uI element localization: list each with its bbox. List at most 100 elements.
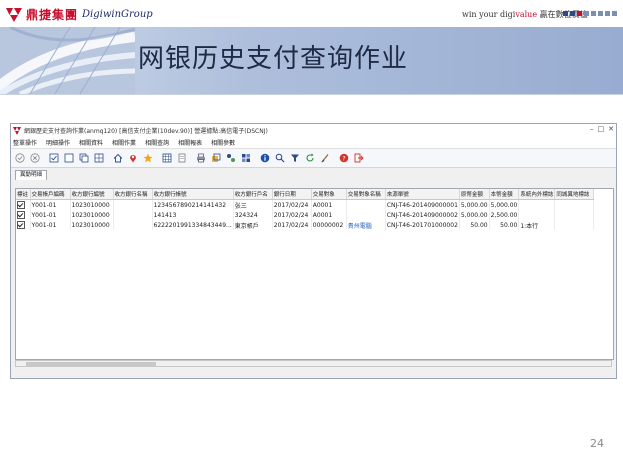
cell-account-name: 東京帳戶 (233, 220, 273, 230)
reload-icon[interactable] (304, 153, 315, 164)
col-header-account[interactable]: 交易帳戶編碼 (30, 189, 71, 200)
cell-party: A0001 (311, 210, 347, 220)
menu-item-related-jobs[interactable]: 相關作業 (112, 138, 136, 147)
table-row[interactable]: Y001-01 1023010000 141413 324324 2017/02… (16, 210, 595, 220)
decorative-square (584, 11, 589, 16)
cell-bank-no: 1023010000 (70, 220, 114, 230)
page-number: 24 (590, 437, 604, 450)
help-icon[interactable]: ? (338, 153, 349, 164)
company-logo: 鼎捷集團 DigiwinGroup (6, 6, 153, 23)
col-header-mark[interactable]: 標註 (16, 189, 31, 200)
multi-window-icon[interactable] (93, 153, 104, 164)
row-checkbox[interactable] (16, 210, 31, 220)
slogan-prefix: win your digi (462, 10, 516, 19)
menu-item-related-params[interactable]: 相關參數 (211, 138, 235, 147)
col-header-orig-amount[interactable]: 原幣金額 (459, 189, 490, 200)
cell-orig-amount: 50.00 (459, 220, 490, 230)
spiral-staircase-image (0, 27, 135, 94)
col-header-source-no[interactable]: 來源單號 (385, 189, 460, 200)
print-icon[interactable] (195, 153, 206, 164)
col-header-city-flag[interactable]: 同城異地標誌 (554, 189, 595, 200)
cell-bank-no: 1023010000 (70, 199, 114, 210)
location-pin-icon[interactable] (127, 153, 138, 164)
confirm-icon[interactable] (14, 153, 25, 164)
favorite-star-icon[interactable] (142, 153, 153, 164)
clear-icon[interactable] (319, 153, 330, 164)
col-header-party-name[interactable]: 交易對象名稱 (346, 189, 386, 200)
col-header-system-flag[interactable]: 系統內外標誌 (518, 189, 556, 200)
col-header-bank-account[interactable]: 收方銀行帳號 (152, 189, 234, 200)
close-icon[interactable]: ✕ (608, 125, 614, 133)
filter-icon[interactable] (289, 153, 300, 164)
minimize-icon[interactable]: – (590, 125, 594, 133)
attachment-icon[interactable] (210, 153, 221, 164)
col-header-bank-no[interactable]: 收方銀行編號 (70, 189, 114, 200)
horizontal-scrollbar[interactable] (15, 360, 612, 367)
deselect-icon[interactable] (63, 153, 74, 164)
table-row[interactable]: Y001-01 1023010000 6222201991334843449..… (16, 220, 595, 230)
cell-bank-name (113, 220, 153, 230)
exit-icon[interactable] (353, 153, 364, 164)
table-header-row: 標註 交易帳戶編碼 收方銀行編號 收方銀行名稱 收方銀行帳號 收方銀行戶名 銀行… (16, 189, 595, 200)
cell-account-name: 324324 (233, 210, 273, 220)
cell-account-name: 张三 (233, 199, 273, 210)
menu-item-related-reports[interactable]: 相關報表 (178, 138, 202, 147)
cell-bank-date: 2017/02/24 (272, 220, 312, 230)
menu-item-related-data[interactable]: 相關資料 (79, 138, 103, 147)
select-all-icon[interactable] (48, 153, 59, 164)
logo-english-text: DigiwinGroup (82, 9, 153, 20)
app-window: 網銀歷史支付查詢作業(anmq120) [高信支付企業(10dev.90)] 營… (10, 123, 617, 379)
cell-account: Y001-01 (30, 199, 71, 210)
slide-title: 网银历史支付查询作业 (138, 44, 409, 74)
maximize-icon[interactable]: □ (598, 125, 605, 133)
cell-city-flag (554, 220, 595, 230)
decorative-square (570, 11, 575, 16)
toolbar: ? (11, 149, 616, 168)
home-icon[interactable] (112, 153, 123, 164)
col-header-account-name[interactable]: 收方銀行戶名 (233, 189, 273, 200)
scrollbar-thumb[interactable] (26, 362, 156, 366)
cell-bank-no: 1023010000 (70, 210, 114, 220)
cell-account: Y001-01 (30, 210, 71, 220)
grid-icon[interactable] (161, 153, 172, 164)
details-table: 標註 交易帳戶編碼 收方銀行編號 收方銀行名稱 收方銀行帳號 收方銀行戶名 銀行… (16, 189, 595, 230)
cell-bank-account: 141413 (152, 210, 234, 220)
app-icon (13, 126, 21, 135)
cell-system-flag (518, 199, 556, 210)
col-header-local-amount[interactable]: 本幣金額 (489, 189, 520, 200)
search-icon[interactable] (274, 153, 285, 164)
cell-party: 00000002 (311, 220, 347, 230)
cell-city-flag (554, 199, 595, 210)
tab-row: 異動明細 (11, 168, 616, 180)
details-grid: 標註 交易帳戶編碼 收方銀行編號 收方銀行名稱 收方銀行帳號 收方銀行戶名 銀行… (15, 188, 614, 360)
cell-party-name (346, 210, 386, 220)
menu-item-detail-ops[interactable]: 明細操作 (46, 138, 70, 147)
cell-orig-amount: 5,000.00 (459, 199, 490, 210)
col-header-bank-date[interactable]: 銀行日期 (272, 189, 312, 200)
tools-icon[interactable] (225, 153, 236, 164)
copy-icon[interactable] (78, 153, 89, 164)
menu-item-related-queries[interactable]: 相關查詢 (145, 138, 169, 147)
cancel-icon[interactable] (29, 153, 40, 164)
info-icon[interactable] (259, 153, 270, 164)
cell-bank-account: 1234567890214141432 (152, 199, 234, 210)
cell-party-name: 貴州電腦 (346, 220, 386, 230)
cell-source-no: CNJ-T46-201409000002 (385, 210, 460, 220)
col-header-party[interactable]: 交易對象 (311, 189, 347, 200)
col-header-bank-name[interactable]: 收方銀行名稱 (113, 189, 153, 200)
refresh-grid-icon[interactable] (240, 153, 251, 164)
tab-change-details[interactable]: 異動明細 (15, 170, 48, 180)
logo-mark-icon (6, 7, 22, 22)
decorative-square (612, 11, 617, 16)
cell-account: Y001-01 (30, 220, 71, 230)
table-row[interactable]: Y001-01 1023010000 1234567890214141432 张… (16, 199, 595, 210)
cell-bank-date: 2017/02/24 (272, 210, 312, 220)
cell-party: A0001 (311, 199, 347, 210)
export-icon[interactable] (176, 153, 187, 164)
menu-item-header-ops[interactable]: 整單操作 (13, 138, 37, 147)
row-checkbox[interactable] (16, 199, 31, 210)
cell-bank-date: 2017/02/24 (272, 199, 312, 210)
cell-bank-account: 6222201991334843449... (152, 220, 234, 230)
status-bar (11, 371, 616, 378)
row-checkbox[interactable] (16, 220, 31, 230)
